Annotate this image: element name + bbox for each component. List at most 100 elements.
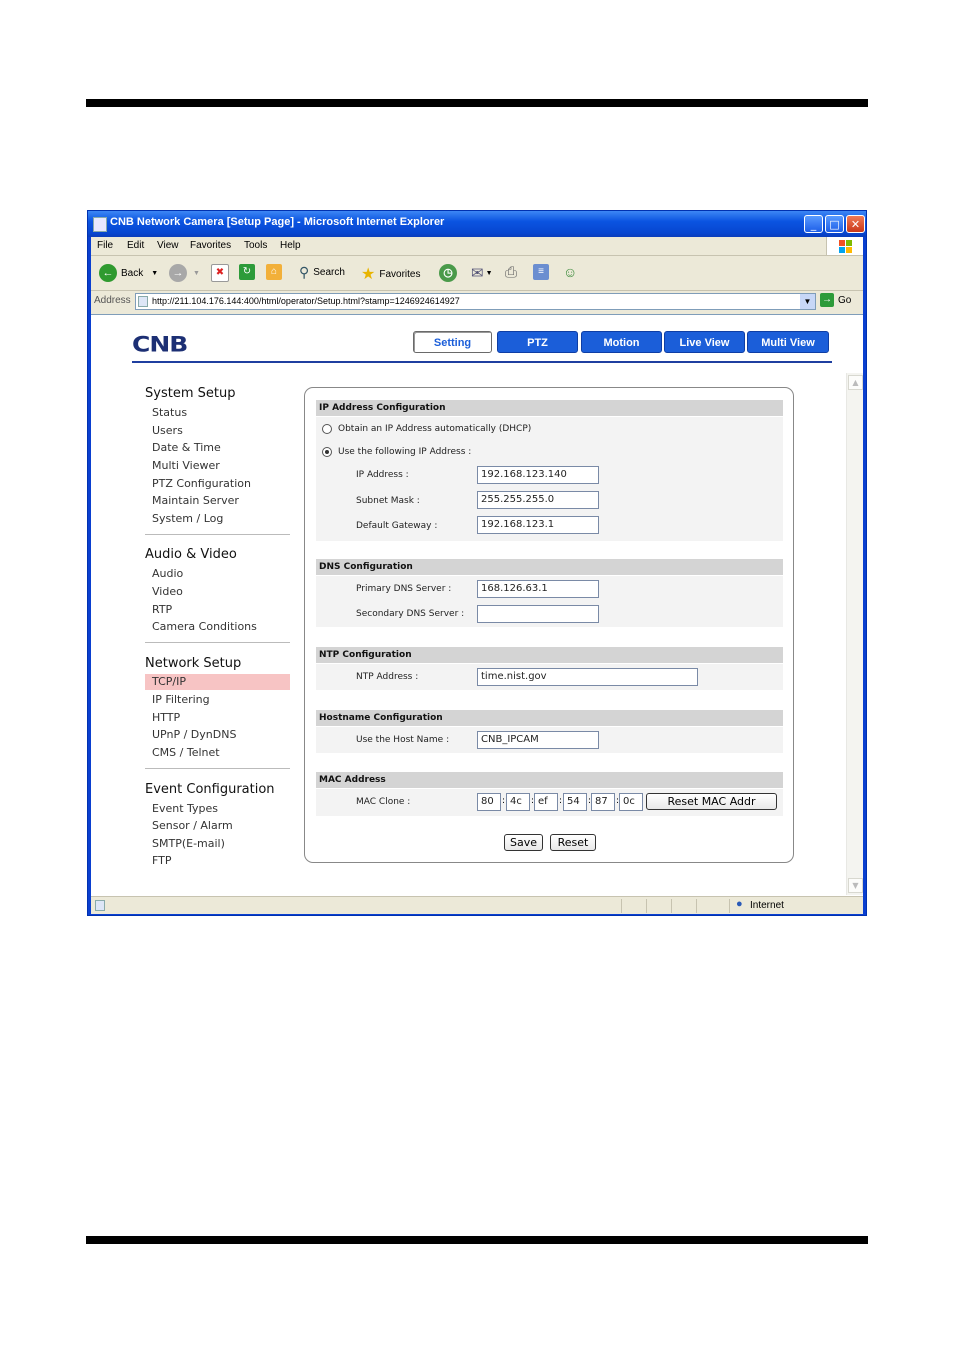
vertical-scrollbar[interactable]: ▲ ▼ — [846, 373, 863, 895]
secondary-dns-label: Secondary DNS Server : — [356, 609, 465, 619]
mail-button[interactable]: ✉ ▼ — [471, 264, 493, 282]
menu-file[interactable]: File — [97, 240, 113, 251]
favorites-button[interactable]: ★ Favorites — [361, 264, 420, 284]
default-gateway-input[interactable]: 192.168.123.1 — [477, 516, 599, 534]
dhcp-label: Obtain an IP Address automatically (DHCP… — [338, 424, 532, 434]
menu-edit[interactable]: Edit — [127, 240, 144, 251]
sidebar-item-sensor-alarm[interactable]: Sensor / Alarm — [152, 819, 233, 832]
menu-tools[interactable]: Tools — [244, 240, 267, 251]
mac-clone-label: MAC Clone : — [356, 797, 411, 807]
sidebar-item-video[interactable]: Video — [152, 585, 183, 598]
secondary-dns-input[interactable] — [477, 605, 599, 623]
primary-dns-label: Primary DNS Server : — [356, 584, 452, 594]
stop-icon: ✖ — [211, 264, 229, 282]
sidebar-item-status[interactable]: Status — [152, 406, 187, 419]
go-arrow-icon: → — [820, 293, 834, 307]
hostname-input[interactable]: CNB_IPCAM — [477, 731, 599, 749]
dropdown-arrow-icon[interactable]: ▼ — [151, 270, 158, 277]
menu-view[interactable]: View — [157, 240, 179, 251]
history-button[interactable]: ◷ — [439, 264, 457, 282]
scroll-up-icon[interactable]: ▲ — [848, 375, 863, 390]
status-divider — [621, 899, 622, 913]
sidebar-item-event-types[interactable]: Event Types — [152, 802, 218, 815]
sidebar-item-ip-filtering[interactable]: IP Filtering — [152, 693, 210, 706]
search-button[interactable]: ⚲ Search — [299, 264, 345, 281]
mac-octet-1[interactable]: 80 — [477, 793, 501, 811]
tab-setting[interactable]: Setting — [413, 331, 492, 353]
tab-live-view[interactable]: Live View — [664, 331, 745, 353]
reset-mac-button[interactable]: Reset MAC Addr — [646, 793, 777, 810]
refresh-icon: ↻ — [239, 264, 255, 280]
tab-multi-view[interactable]: Multi View — [747, 331, 829, 353]
mac-octet-3[interactable]: ef — [534, 793, 558, 811]
status-divider — [646, 899, 647, 913]
tab-ptz[interactable]: PTZ — [497, 331, 578, 353]
static-ip-label: Use the following IP Address : — [338, 447, 472, 457]
tab-motion[interactable]: Motion — [581, 331, 662, 353]
address-dropdown-icon[interactable]: ▼ — [800, 294, 815, 309]
save-button[interactable]: Save — [504, 834, 543, 851]
maximize-button[interactable]: □ — [825, 215, 844, 233]
reset-button[interactable]: Reset — [550, 834, 596, 851]
security-zone: Internet — [750, 900, 784, 911]
sidebar-item-rtp[interactable]: RTP — [152, 603, 172, 616]
mac-octet-6[interactable]: 0c — [619, 793, 643, 811]
sidebar-item-multi-viewer[interactable]: Multi Viewer — [152, 459, 220, 472]
sidebar-item-ptz-configuration[interactable]: PTZ Configuration — [152, 477, 251, 490]
primary-dns-input[interactable]: 168.126.63.1 — [477, 580, 599, 598]
mac-octet-5[interactable]: 87 — [591, 793, 615, 811]
ip-address-input[interactable]: 192.168.123.140 — [477, 466, 599, 484]
sidebar-item-date-time[interactable]: Date & Time — [152, 441, 221, 454]
dropdown-arrow-icon: ▼ — [485, 269, 493, 277]
sidebar-item-users[interactable]: Users — [152, 424, 183, 437]
sidebar-item-maintain-server[interactable]: Maintain Server — [152, 494, 239, 507]
back-button[interactable]: ← Back ▼ — [99, 264, 158, 282]
minimize-button[interactable]: _ — [804, 215, 823, 233]
forward-arrow-icon: → — [169, 264, 187, 282]
close-button[interactable]: ✕ — [846, 215, 865, 233]
page-bottom-rule — [86, 1236, 868, 1244]
stop-button[interactable]: ✖ — [211, 264, 229, 282]
ntp-address-input[interactable]: time.nist.gov — [477, 668, 698, 686]
sidebar-divider — [145, 642, 290, 643]
home-button[interactable]: ⌂ — [266, 264, 282, 280]
mac-octet-4[interactable]: 54 — [563, 793, 587, 811]
menu-help[interactable]: Help — [280, 240, 301, 251]
mac-octet-2[interactable]: 4c — [506, 793, 530, 811]
dhcp-radio[interactable] — [322, 424, 332, 434]
static-ip-radio[interactable] — [322, 447, 332, 457]
address-bar: Address http://211.104.176.144:400/html/… — [91, 291, 863, 313]
edit-button[interactable]: ≡ — [533, 264, 549, 280]
title-bar: CNB Network Camera [Setup Page] - Micros… — [88, 211, 866, 237]
menu-favorites[interactable]: Favorites — [190, 240, 231, 251]
sidebar-item-tcp-ip[interactable]: TCP/IP — [145, 674, 290, 690]
sidebar-item-ftp[interactable]: FTP — [152, 854, 172, 867]
menu-bar: File Edit View Favorites Tools Help — [91, 237, 863, 256]
status-bar: ● Internet — [91, 896, 863, 915]
edit-icon: ≡ — [533, 264, 549, 280]
section-mac-address: MAC Clone : 80 : 4c : ef : 54 : 87 : 0c … — [316, 789, 783, 816]
status-divider — [729, 899, 730, 913]
scroll-down-icon[interactable]: ▼ — [848, 878, 863, 893]
ntp-address-label: NTP Address : — [356, 672, 419, 682]
section-header-ntp-config: NTP Configuration — [316, 647, 783, 663]
sidebar-item-system-log[interactable]: System / Log — [152, 512, 223, 525]
address-input[interactable]: http://211.104.176.144:400/html/operator… — [135, 293, 816, 310]
address-url: http://211.104.176.144:400/html/operator… — [152, 296, 460, 306]
sidebar-item-camera-conditions[interactable]: Camera Conditions — [152, 620, 257, 633]
messenger-button[interactable]: ☺ — [563, 264, 577, 280]
sidebar-item-upnp-dyndns[interactable]: UPnP / DynDNS — [152, 728, 236, 741]
subnet-mask-input[interactable]: 255.255.255.0 — [477, 491, 599, 509]
sidebar-item-smtp-email[interactable]: SMTP(E-mail) — [152, 837, 225, 850]
sidebar-heading-network-setup: Network Setup — [145, 656, 242, 671]
refresh-button[interactable]: ↻ — [239, 264, 255, 280]
print-button[interactable]: ⎙ — [505, 264, 517, 281]
go-button[interactable]: → Go — [820, 293, 851, 307]
subnet-mask-label: Subnet Mask : — [356, 496, 420, 506]
ie-page-icon — [93, 217, 107, 232]
sidebar-item-audio[interactable]: Audio — [152, 567, 183, 580]
messenger-icon: ☺ — [563, 264, 578, 280]
sidebar-item-http[interactable]: HTTP — [152, 711, 180, 724]
forward-button[interactable]: → ▼ — [169, 264, 200, 282]
sidebar-item-cms-telnet[interactable]: CMS / Telnet — [152, 746, 220, 759]
